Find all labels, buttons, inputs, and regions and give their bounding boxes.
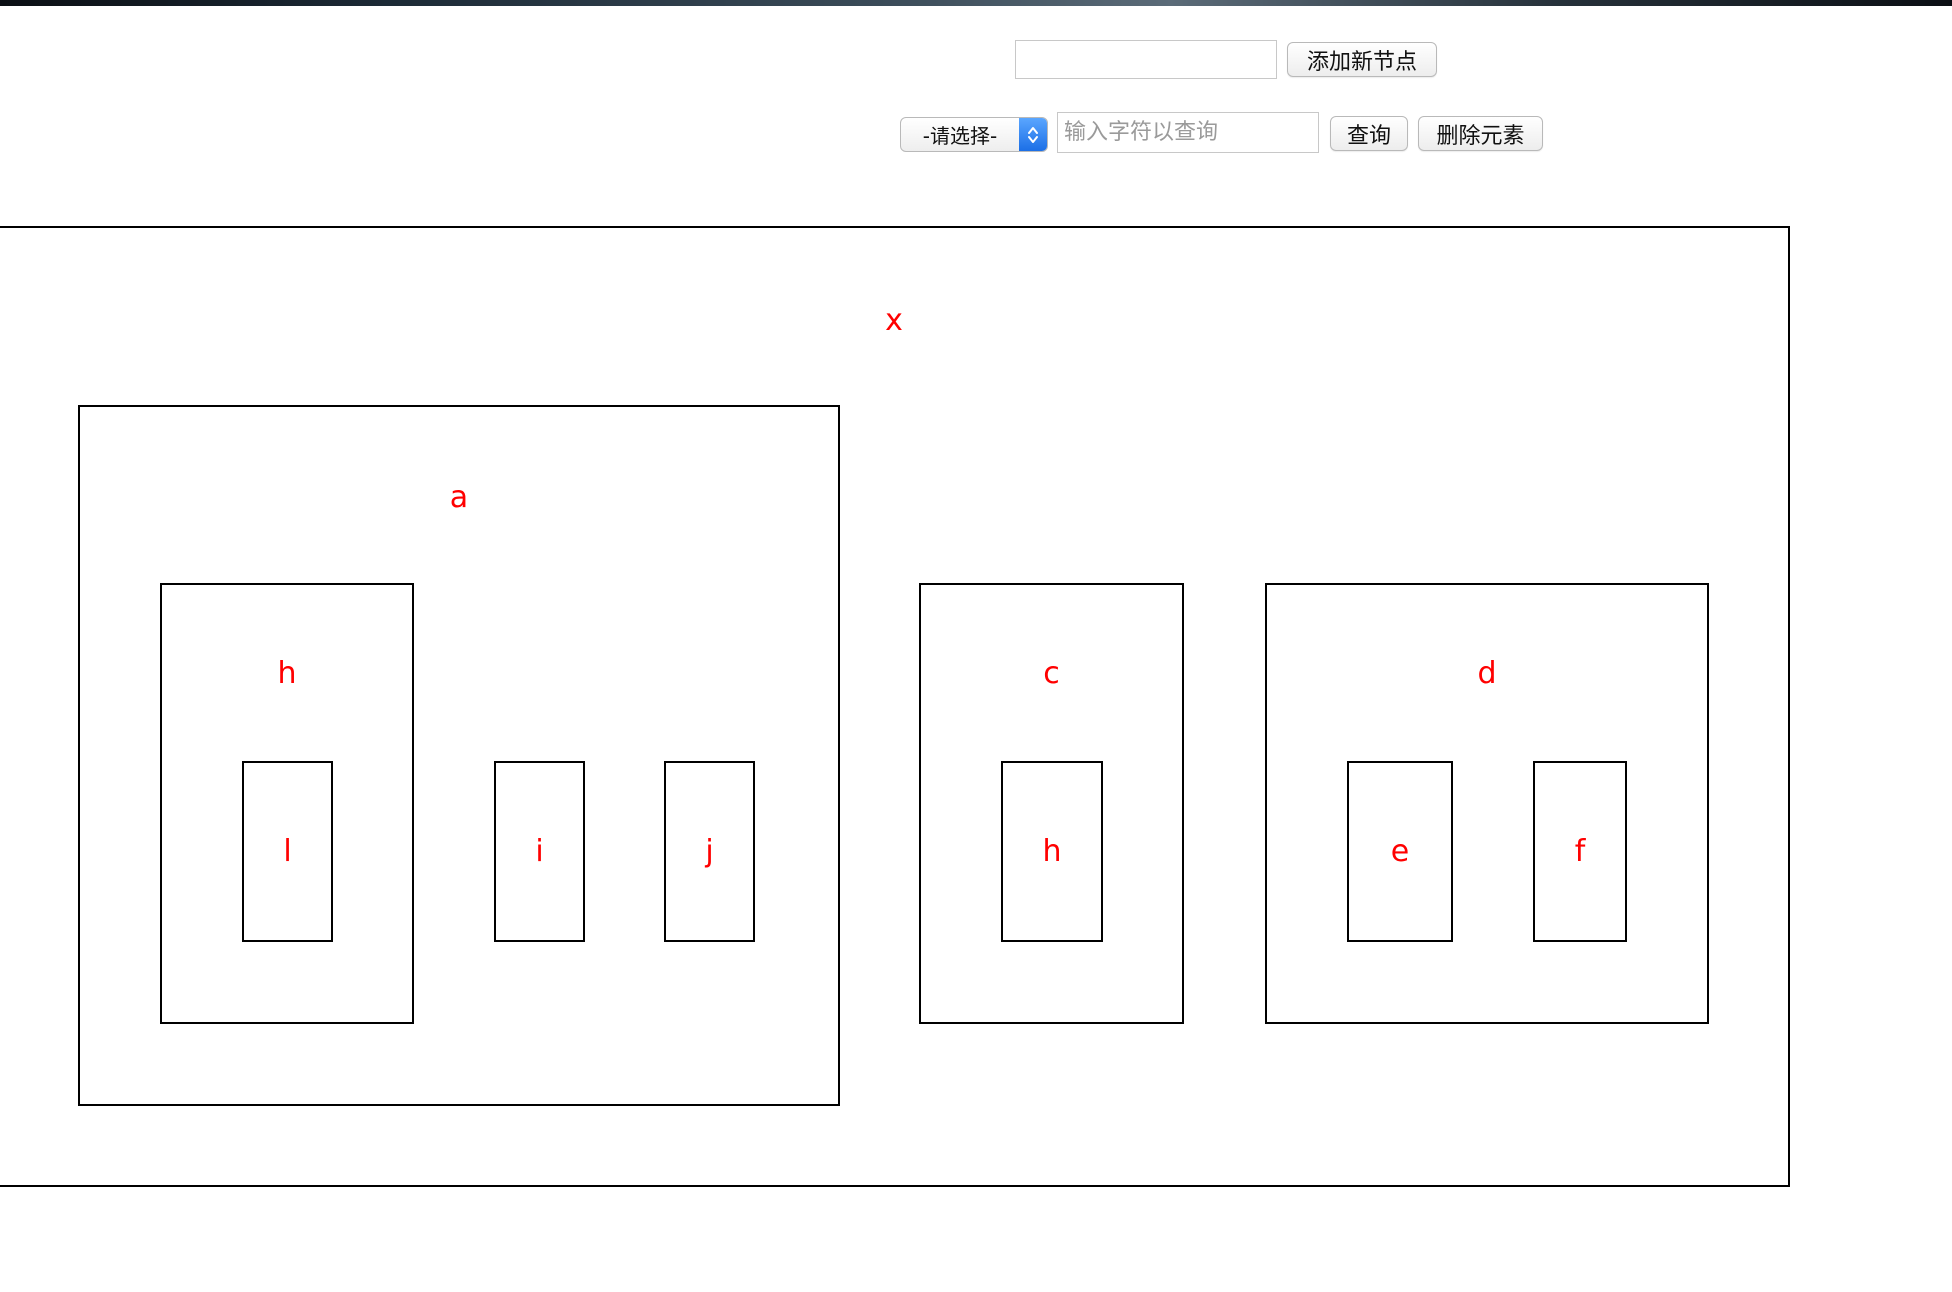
- tree-node-d[interactable]: d e f: [1265, 583, 1709, 1024]
- select-value: -请选择-: [922, 124, 998, 148]
- search-input[interactable]: [1057, 112, 1319, 153]
- tree-node-c[interactable]: c h: [919, 583, 1184, 1024]
- node-label: a: [449, 480, 469, 515]
- node-label: x: [885, 303, 903, 338]
- add-node-button[interactable]: 添加新节点: [1287, 42, 1437, 77]
- tree-node-a[interactable]: a h l i j: [78, 405, 840, 1106]
- tree-node-x[interactable]: x a h l i j c h d e f: [0, 226, 1790, 1187]
- node-label: h: [277, 656, 297, 691]
- node-label: d: [1477, 656, 1497, 691]
- node-label: l: [283, 834, 292, 869]
- tree-node-a-i[interactable]: i: [494, 761, 585, 942]
- page: 添加新节点 -请选择- 查询 删除元素 x a h l: [0, 0, 1952, 1292]
- node-label: c: [1043, 656, 1060, 691]
- tree-node-d-e[interactable]: e: [1347, 761, 1453, 942]
- add-node-input[interactable]: [1015, 40, 1277, 79]
- delete-element-button[interactable]: 删除元素: [1418, 116, 1543, 151]
- node-label: h: [1042, 834, 1062, 869]
- node-label: j: [705, 834, 714, 869]
- tree-node-c-h[interactable]: h: [1001, 761, 1103, 942]
- node-label: i: [535, 834, 544, 869]
- tree-node-a-h[interactable]: h l: [160, 583, 414, 1024]
- node-label: e: [1390, 834, 1410, 869]
- top-banner-strip: [0, 0, 1952, 6]
- tree-node-a-h-l[interactable]: l: [242, 761, 333, 942]
- tree-node-a-j[interactable]: j: [664, 761, 755, 942]
- search-button[interactable]: 查询: [1330, 116, 1408, 151]
- node-label: f: [1574, 834, 1586, 869]
- traversal-select[interactable]: -请选择-: [900, 117, 1048, 152]
- chevron-updown-icon: [1019, 118, 1047, 151]
- tree-node-d-f[interactable]: f: [1533, 761, 1627, 942]
